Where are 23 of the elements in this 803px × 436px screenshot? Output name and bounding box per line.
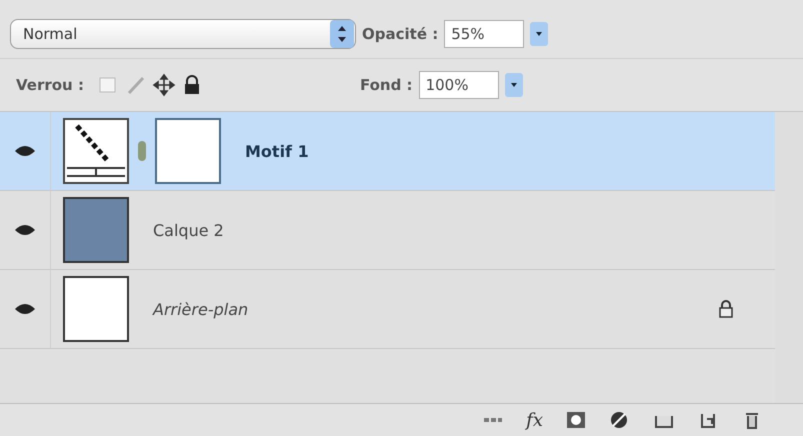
- eye-icon[interactable]: [14, 144, 36, 158]
- lock-label: Verrou :: [16, 76, 84, 94]
- layer-name: Motif 1: [245, 142, 310, 160]
- blend-mode-dropdown[interactable]: Normal: [10, 19, 356, 49]
- layer-row[interactable]: Arrière-plan: [0, 270, 775, 349]
- layer-row[interactable]: Calque 2: [0, 191, 775, 270]
- mask-icon[interactable]: [565, 410, 587, 430]
- eye-icon[interactable]: [14, 223, 36, 237]
- link-icon: [137, 140, 147, 162]
- stepper-icon: [330, 20, 354, 48]
- layer-name: Arrière-plan: [153, 300, 250, 318]
- move-icon[interactable]: [152, 73, 176, 97]
- layer-row[interactable]: Motif 1: [0, 112, 775, 191]
- eye-icon[interactable]: [14, 302, 36, 316]
- opacity-field[interactable]: 55%: [444, 20, 524, 48]
- opacity-label: Opacité :: [362, 25, 438, 43]
- layer-thumbnail: [63, 276, 129, 342]
- fill-label: Fond :: [360, 76, 413, 94]
- layer-name: Calque 2: [153, 220, 225, 240]
- mask-thumbnail: [155, 118, 221, 184]
- effects-button[interactable]: fx: [526, 410, 543, 430]
- fill-field[interactable]: 100%: [418, 71, 499, 99]
- pattern-thumbnail: [63, 118, 129, 184]
